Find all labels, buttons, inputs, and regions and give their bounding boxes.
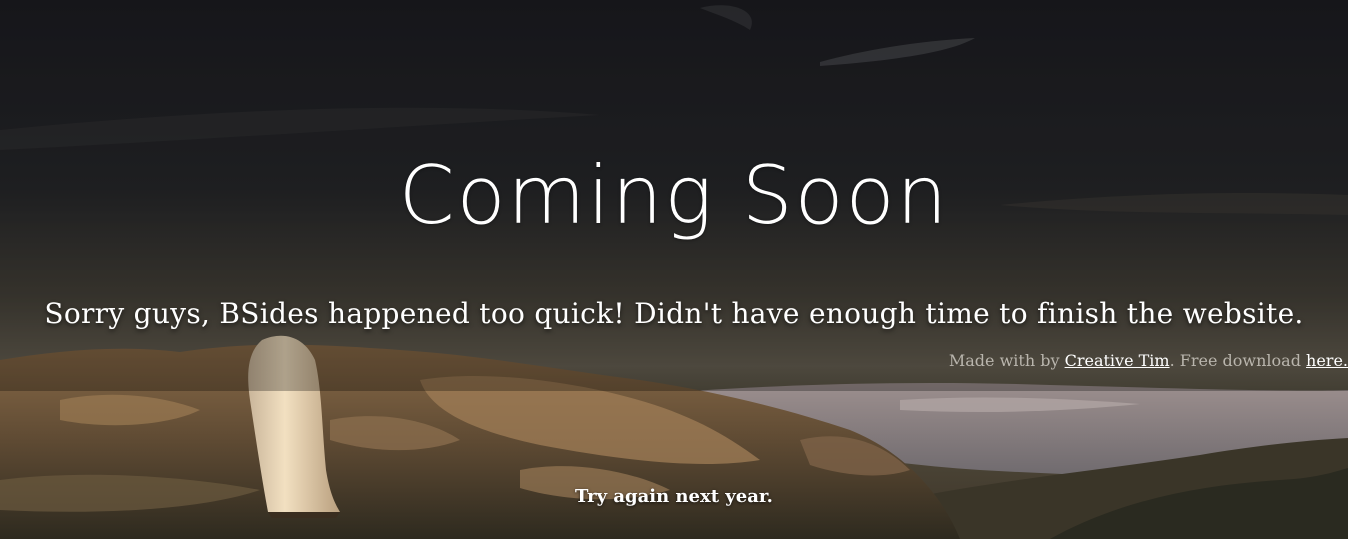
- download-link[interactable]: here.: [1306, 351, 1348, 370]
- page-title: Coming Soon: [398, 149, 950, 242]
- footer-message: Try again next year.: [575, 486, 773, 507]
- page-subtitle: Sorry guys, BSides happened too quick! D…: [44, 297, 1304, 330]
- credits-middle: . Free download: [1169, 351, 1307, 370]
- credits-prefix: Made with by: [948, 351, 1065, 370]
- credits-line: Made with by Creative Tim. Free download…: [949, 350, 1348, 372]
- creative-tim-link[interactable]: Creative Tim: [1065, 351, 1170, 370]
- coming-soon-page: Coming Soon Sorry guys, BSides happened …: [0, 0, 1348, 539]
